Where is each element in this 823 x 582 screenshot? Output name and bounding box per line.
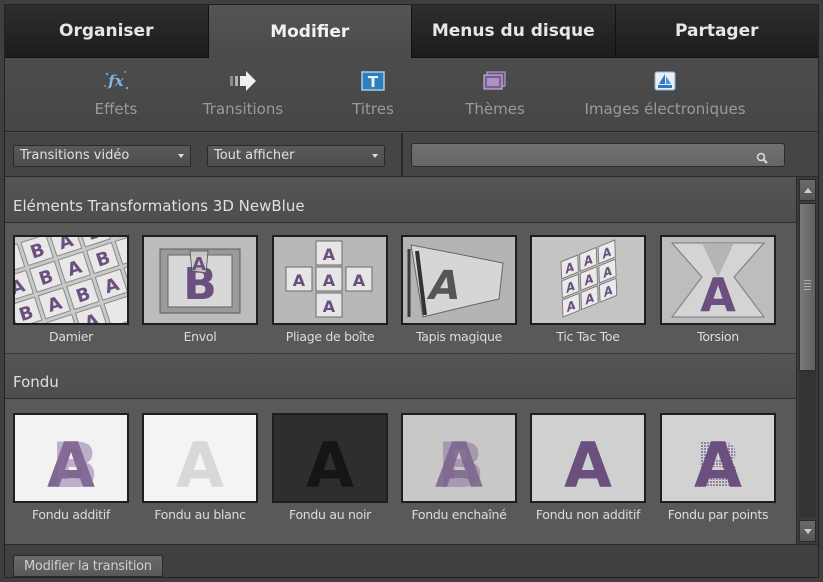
show-filter-dropdown[interactable]: Tout afficher — [207, 145, 385, 167]
transition-row: BAB ABAB BABA BA Damier — [5, 223, 796, 353]
transition-pliage-de-boite[interactable]: A AAA A Pliage de boîte — [272, 235, 388, 344]
scroll-down-button[interactable] — [799, 520, 816, 542]
search-input[interactable] — [411, 143, 785, 167]
svg-text:B: B — [51, 429, 98, 501]
chevron-down-icon — [178, 154, 184, 158]
subtab-images-electroniques[interactable]: Images électroniques — [577, 66, 753, 128]
transition-thumbnail: A AAA A — [272, 235, 388, 325]
subtab-label: Images électroniques — [584, 100, 746, 118]
transition-type-dropdown[interactable]: Transitions vidéo — [13, 145, 191, 167]
subtab-label: Effets — [94, 100, 138, 118]
grip-icon — [804, 280, 811, 290]
transition-fondu-additif[interactable]: A B Fondu additif — [13, 413, 129, 522]
transition-fondu-au-blanc[interactable]: A Fondu au blanc — [142, 413, 258, 522]
category-header: Eléments Transformations 3D NewBlue — [5, 177, 796, 223]
transition-fondu-non-additif[interactable]: A Fondu non additif — [530, 413, 646, 522]
svg-text:A: A — [353, 271, 366, 290]
scroll-thumb[interactable] — [799, 203, 816, 371]
svg-text:T: T — [368, 73, 379, 91]
svg-text:A: A — [192, 254, 206, 275]
transition-thumbnail: BAB ABAB BABA BA — [13, 235, 129, 325]
transition-tapis-magique[interactable]: A Tapis magique — [401, 235, 517, 344]
main-tab-bar: Organiser Modifier Menus du disque Parta… — [5, 5, 818, 58]
tab-modifier[interactable]: Modifier — [208, 5, 412, 58]
subtab-themes[interactable]: Thèmes — [459, 66, 531, 128]
svg-text:A: A — [306, 429, 354, 501]
svg-text:A: A — [293, 271, 306, 290]
transition-fondu-par-points[interactable]: A B Fondu par points — [660, 413, 776, 522]
svg-text:A: A — [323, 271, 336, 290]
sailboat-icon — [652, 66, 678, 96]
svg-text:A: A — [176, 429, 224, 501]
divider — [401, 133, 403, 177]
chevron-down-icon — [372, 154, 378, 158]
fx-icon: fx — [101, 66, 131, 96]
transition-tic-tac-toe[interactable]: AAA AAA AAA Tic Tac Toe — [530, 235, 646, 344]
tab-organiser[interactable]: Organiser — [5, 5, 209, 58]
transition-fondu-au-noir[interactable]: A Fondu au noir — [272, 413, 388, 522]
arrow-right-icon — [228, 66, 258, 96]
transition-label: Fondu enchaîné — [411, 507, 507, 522]
transition-thumbnail: A B — [401, 413, 517, 503]
subtab-label: Titres — [352, 100, 394, 118]
svg-text:A: A — [323, 297, 336, 316]
transition-thumbnail: A — [530, 413, 646, 503]
transition-row: A B Fondu additif A Fondu au blanc A Fon… — [5, 399, 796, 544]
transition-label: Envol — [183, 329, 217, 344]
transition-thumbnail: A B — [13, 413, 129, 503]
svg-text:A: A — [323, 245, 336, 264]
tab-menus-du-disque[interactable]: Menus du disque — [412, 5, 616, 58]
transition-thumbnail: A — [142, 413, 258, 503]
transitions-list: Eléments Transformations 3D NewBlue B A … — [5, 177, 796, 544]
svg-text:B: B — [694, 429, 741, 501]
filter-bar: Transitions vidéo Tout afficher — [5, 133, 818, 177]
arrow-up-icon — [804, 188, 812, 193]
transitions-panel: Organiser Modifier Menus du disque Parta… — [4, 4, 819, 578]
subtab-effets[interactable]: fx Effets — [89, 66, 143, 128]
transition-thumbnail: A — [660, 235, 776, 325]
transition-thumbnail: A B — [660, 413, 776, 503]
subtab-label: Transitions — [202, 100, 284, 118]
title-t-icon: T — [359, 66, 387, 96]
modify-transition-button[interactable]: Modifier la transition — [13, 555, 163, 577]
category-title: Eléments Transformations 3D NewBlue — [13, 197, 305, 215]
arrow-down-icon — [804, 529, 812, 534]
transition-damier[interactable]: BAB ABAB BABA BA Damier — [13, 235, 129, 344]
transition-thumbnail: B A — [142, 235, 258, 325]
bottom-toolbar: Modifier la transition — [5, 544, 818, 577]
transition-label: Pliage de boîte — [285, 329, 375, 344]
category-title: Fondu — [13, 373, 59, 391]
transition-label: Fondu non additif — [535, 507, 641, 522]
transition-label: Damier — [49, 329, 93, 344]
svg-text:B: B — [437, 429, 484, 501]
svg-text:fx: fx — [107, 72, 124, 90]
transition-label: Tic Tac Toe — [556, 329, 620, 344]
transition-label: Torsion — [697, 329, 739, 344]
transition-label: Fondu additif — [31, 507, 111, 522]
transition-label: Fondu par points — [667, 507, 769, 522]
dropdown-value: Transitions vidéo — [20, 148, 130, 163]
subtab-transitions[interactable]: Transitions — [191, 66, 295, 128]
category-header: Fondu — [5, 353, 796, 399]
subtab-label: Thèmes — [465, 100, 525, 118]
transition-envol[interactable]: B A Envol — [142, 235, 258, 344]
scroll-up-button[interactable] — [799, 179, 816, 201]
transition-label: Tapis magique — [415, 329, 502, 344]
subtab-titres[interactable]: T Titres — [343, 66, 403, 128]
transition-thumbnail: AAA AAA AAA — [530, 235, 646, 325]
transition-fondu-enchaine[interactable]: A B Fondu enchaîné — [401, 413, 517, 522]
transition-label: Fondu au blanc — [154, 507, 246, 522]
transition-thumbnail: A — [401, 235, 517, 325]
svg-text:A: A — [564, 429, 612, 501]
transition-label: Fondu au noir — [289, 507, 371, 522]
sub-tab-bar: fx Effets Transitions T Titres Thèmes Im… — [5, 58, 818, 132]
transition-thumbnail: A — [272, 413, 388, 503]
dropdown-value: Tout afficher — [214, 148, 295, 163]
themes-icon — [481, 66, 509, 96]
tab-partager[interactable]: Partager — [615, 5, 818, 58]
transition-torsion[interactable]: A Torsion — [660, 235, 776, 344]
vertical-scrollbar[interactable] — [796, 177, 818, 544]
search-icon[interactable] — [756, 149, 768, 168]
